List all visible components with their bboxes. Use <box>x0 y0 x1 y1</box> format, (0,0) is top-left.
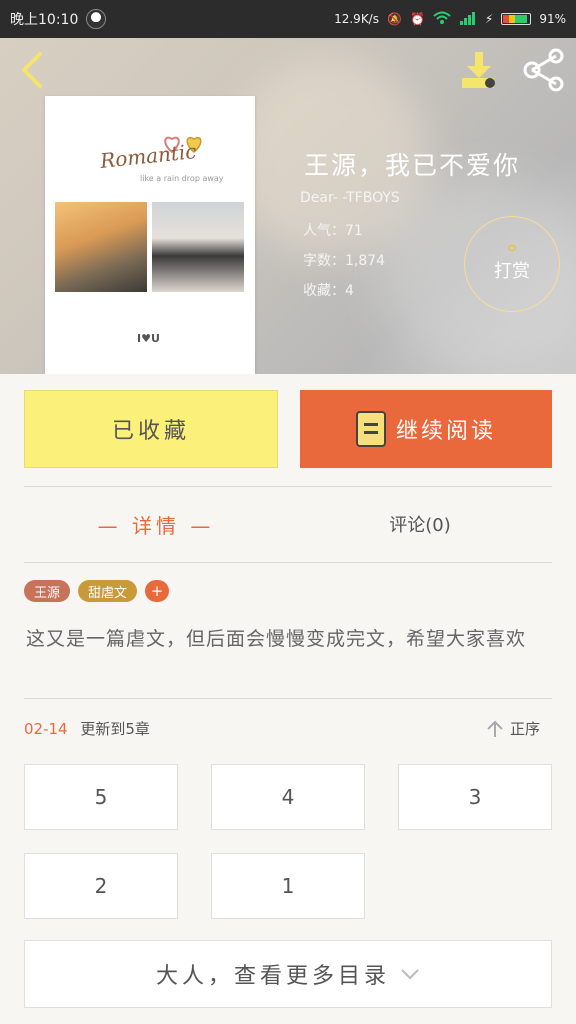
chapter-button[interactable]: 4 <box>211 764 365 830</box>
sort-label: 正序 <box>510 720 541 738</box>
chapter-number: 5 <box>94 785 108 809</box>
cover-subtitle: like a rain drop away <box>140 174 224 183</box>
update-text: 更新到5章 <box>80 720 150 738</box>
wifi-icon <box>433 11 451 28</box>
status-time: 晚上10:10 <box>10 12 79 28</box>
chapter-number: 2 <box>94 874 108 898</box>
chevron-left-icon <box>22 52 42 88</box>
tab-detail-label: — 详情 — <box>97 513 215 538</box>
arrow-up-icon <box>487 720 503 737</box>
back-button[interactable] <box>12 50 52 90</box>
battery-level: 91% <box>539 12 566 26</box>
update-info: 02-14 更新到5章 <box>24 718 150 739</box>
share-icon <box>523 48 564 92</box>
reward-button[interactable]: 打赏 <box>464 216 560 312</box>
book-header: Romantic like a rain drop away I♥U 王源，我已… <box>0 38 576 374</box>
chevron-down-icon <box>401 969 419 980</box>
collected-button[interactable]: 已收藏 <box>24 390 278 468</box>
divider <box>24 562 552 563</box>
avatar-icon <box>86 9 107 29</box>
network-speed: 12.9K/s <box>334 12 379 26</box>
update-date: 02-14 <box>24 720 68 738</box>
book-description: 这又是一篇虐文，但后面会慢慢变成完文，希望大家喜欢 <box>26 628 527 650</box>
more-catalog-button[interactable]: 大人，查看更多目录 <box>24 940 552 1008</box>
tag-list: 王源 甜虐文 + <box>24 580 170 602</box>
divider <box>24 486 552 487</box>
signal-icon <box>459 11 477 28</box>
continue-reading-label: 继续阅读 <box>395 419 496 444</box>
download-button[interactable] <box>458 48 502 92</box>
collected-label: 已收藏 <box>111 419 190 444</box>
chapter-number: 1 <box>281 874 295 898</box>
battery-icon <box>501 13 532 25</box>
chapter-button[interactable]: 5 <box>24 764 178 830</box>
cover-photo-left <box>55 202 147 292</box>
chapter-button[interactable]: 2 <box>24 853 178 919</box>
book-author[interactable]: Dear- -TFBOYS <box>300 190 400 206</box>
cover-iu-text: I♥U <box>137 332 160 345</box>
chapter-number: 4 <box>281 785 295 809</box>
sort-toggle[interactable]: 正序 <box>486 718 540 739</box>
charging-icon: ⚡ <box>484 12 494 26</box>
more-catalog-label: 大人，查看更多目录 <box>155 964 390 989</box>
reward-label: 打赏 <box>494 261 530 282</box>
book-title: 王源，我已不爱你 <box>304 151 521 180</box>
chapter-button[interactable]: 3 <box>398 764 552 830</box>
chapter-button[interactable]: 1 <box>211 853 365 919</box>
tab-detail[interactable]: — 详情 — <box>24 500 288 548</box>
book-cover[interactable]: Romantic like a rain drop away I♥U <box>45 96 255 374</box>
status-bar: 晚上10:10 12.9K/s 🔕 ⏰ ⚡ 91% <box>0 0 576 38</box>
chapter-number: 3 <box>468 785 482 809</box>
collections-stat: 收藏：4 <box>303 283 354 299</box>
tab-comments[interactable]: 评论(0) <box>288 500 552 548</box>
mute-icon: 🔕 <box>386 12 402 26</box>
tab-comments-label: 评论(0) <box>389 515 451 536</box>
share-button[interactable] <box>520 48 570 92</box>
book-icon <box>355 411 386 447</box>
coin-icon <box>508 245 516 251</box>
continue-reading-button[interactable]: 继续阅读 <box>300 390 552 468</box>
cover-photo-right <box>152 202 244 292</box>
popularity-stat: 人气：71 <box>303 223 363 239</box>
word-count-stat: 字数：1,874 <box>303 253 386 269</box>
add-tag-button[interactable]: + <box>145 580 170 602</box>
cover-title: Romantic <box>99 139 198 173</box>
alarm-icon: ⏰ <box>409 12 425 26</box>
download-icon <box>462 52 495 88</box>
tag-item[interactable]: 王源 <box>24 580 71 602</box>
divider <box>24 698 552 699</box>
tag-item[interactable]: 甜虐文 <box>78 580 138 602</box>
